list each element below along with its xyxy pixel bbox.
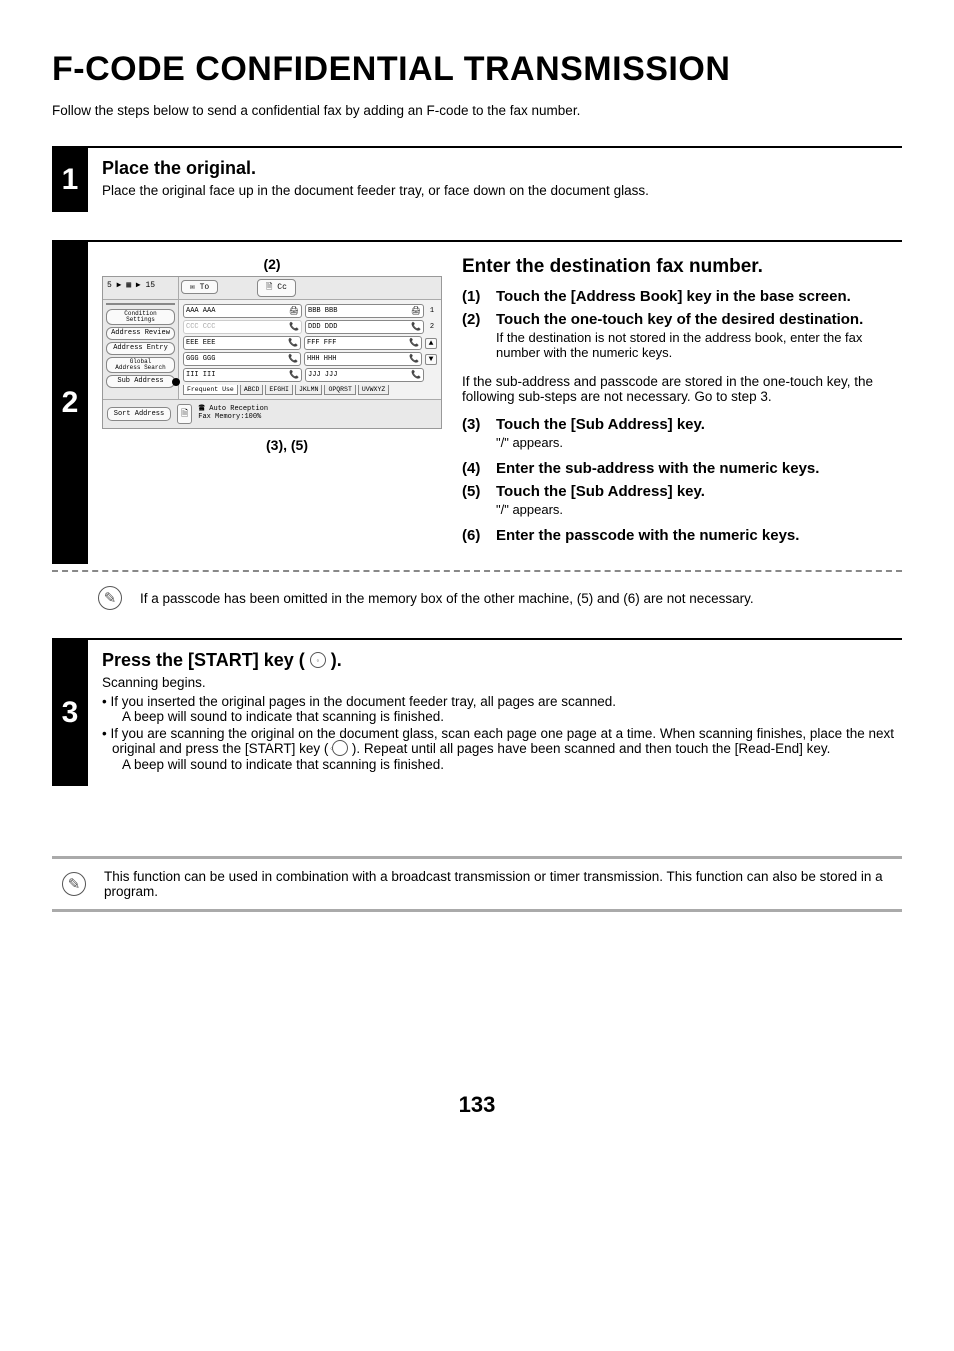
step3-bullet2: • If you are scanning the original on th… — [102, 726, 902, 772]
ss3-note: "/" appears. — [496, 435, 902, 450]
side-condition-settings[interactable]: Condition Settings — [106, 309, 175, 325]
ss2-note: If the destination is not stored in the … — [496, 330, 902, 360]
step-2: 2 (2) 5 ▶ ▦ ▶ 15 ✉ To 🗎 Cc — [52, 240, 902, 610]
side-global-search[interactable]: Global Address Search — [106, 357, 175, 373]
mid-note: If the sub-address and passcode are stor… — [462, 374, 902, 404]
side-address-review[interactable]: Address Review — [106, 327, 175, 340]
entry[interactable]: III III📞 — [183, 368, 302, 382]
step3-bullet1: • If you inserted the original pages in … — [102, 694, 902, 724]
scroll-up[interactable]: ▲ — [425, 338, 437, 349]
callout-3-5: (3), (5) — [132, 437, 442, 453]
preview-icon[interactable]: 🗎 — [177, 404, 192, 424]
fax-memory-label: Fax Memory:100% — [198, 414, 268, 422]
ss2-num: (2) — [462, 311, 496, 364]
intro-text: Follow the steps below to send a confide… — [52, 103, 902, 118]
step-1: 1 Place the original. Place the original… — [52, 146, 902, 212]
step-number-2: 2 — [52, 242, 88, 564]
alpha-tab[interactable]: Frequent Use — [183, 385, 238, 395]
ss6-text: Enter the passcode with the numeric keys… — [496, 527, 799, 544]
tab-to[interactable]: ✉ To — [181, 280, 218, 294]
device-screenshot: 5 ▶ ▦ ▶ 15 ✉ To 🗎 Cc Condition Settings … — [102, 276, 442, 429]
screen-header-counter: 5 ▶ ▦ ▶ 15 — [103, 277, 179, 299]
entry[interactable]: DDD DDD📞 — [305, 320, 424, 334]
alpha-tab[interactable]: JKLMN — [295, 385, 323, 395]
ss3-text: Touch the [Sub Address] key. — [496, 416, 705, 433]
pencil-icon: ✎ — [98, 586, 122, 610]
start-key-icon: ◦ — [310, 652, 326, 668]
step2-note: If a passcode has been omitted in the me… — [140, 591, 902, 606]
alpha-tab[interactable]: ABCD — [240, 385, 264, 395]
ss5-text: Touch the [Sub Address] key. — [496, 483, 705, 500]
side-address-entry[interactable]: Address Entry — [106, 342, 175, 355]
bottom-note: This function can be used in combination… — [104, 869, 896, 899]
ss1-text: Touch the [Address Book] key in the base… — [496, 288, 851, 305]
ss2-text: Touch the one-touch key of the desired d… — [496, 311, 863, 328]
ss4-num: (4) — [462, 460, 496, 477]
ss5-num: (5) — [462, 483, 496, 521]
entry[interactable]: CCC CCC📞 — [183, 320, 302, 334]
step-number-1: 1 — [52, 148, 88, 212]
ss6-num: (6) — [462, 527, 496, 544]
ss1-num: (1) — [462, 288, 496, 305]
side-sub-address[interactable]: Sub Address — [106, 375, 175, 388]
step3-heading: Press the [START] key ( ◦ ). — [102, 650, 902, 671]
alpha-tab[interactable]: EFGHI — [265, 385, 293, 395]
bottom-note-box: ✎ This function can be used in combinati… — [52, 856, 902, 912]
sort-address-button[interactable]: Sort Address — [107, 407, 171, 421]
entry[interactable]: GGG GGG📞 — [183, 352, 301, 366]
start-key-icon: ◦ — [332, 740, 348, 756]
step2-heading: Enter the destination fax number. — [462, 256, 902, 278]
pencil-icon: ✎ — [62, 872, 86, 896]
tab-cc[interactable]: 🗎 Cc — [257, 279, 296, 297]
entry[interactable]: HHH HHH📞 — [304, 352, 422, 366]
alpha-tab[interactable]: OPQRST — [324, 385, 355, 395]
callout-2: (2) — [102, 256, 442, 272]
ss4-text: Enter the sub-address with the numeric k… — [496, 460, 819, 477]
step1-body: Place the original face up in the docume… — [102, 183, 902, 198]
step1-heading: Place the original. — [102, 158, 902, 179]
page-title: F-CODE CONFIDENTIAL TRANSMISSION — [52, 50, 902, 89]
entry[interactable]: JJJ JJJ📞 — [305, 368, 424, 382]
entry[interactable]: FFF FFF📞 — [304, 336, 422, 350]
step3-line1: Scanning begins. — [102, 675, 902, 690]
step-3: 3 Press the [START] key ( ◦ ). Scanning … — [52, 638, 902, 786]
ss5-note: "/" appears. — [496, 502, 902, 517]
ss3-num: (3) — [462, 416, 496, 454]
page-number: 133 — [52, 1092, 902, 1118]
alpha-tab[interactable]: UVWXYZ — [358, 385, 389, 395]
scroll-down[interactable]: ▼ — [425, 354, 437, 365]
entry[interactable]: BBB BBB🖨 — [305, 304, 424, 318]
entry[interactable]: AAA AAA🖨 — [183, 304, 302, 318]
entry[interactable]: EEE EEE📞 — [183, 336, 301, 350]
step-number-3: 3 — [52, 640, 88, 786]
